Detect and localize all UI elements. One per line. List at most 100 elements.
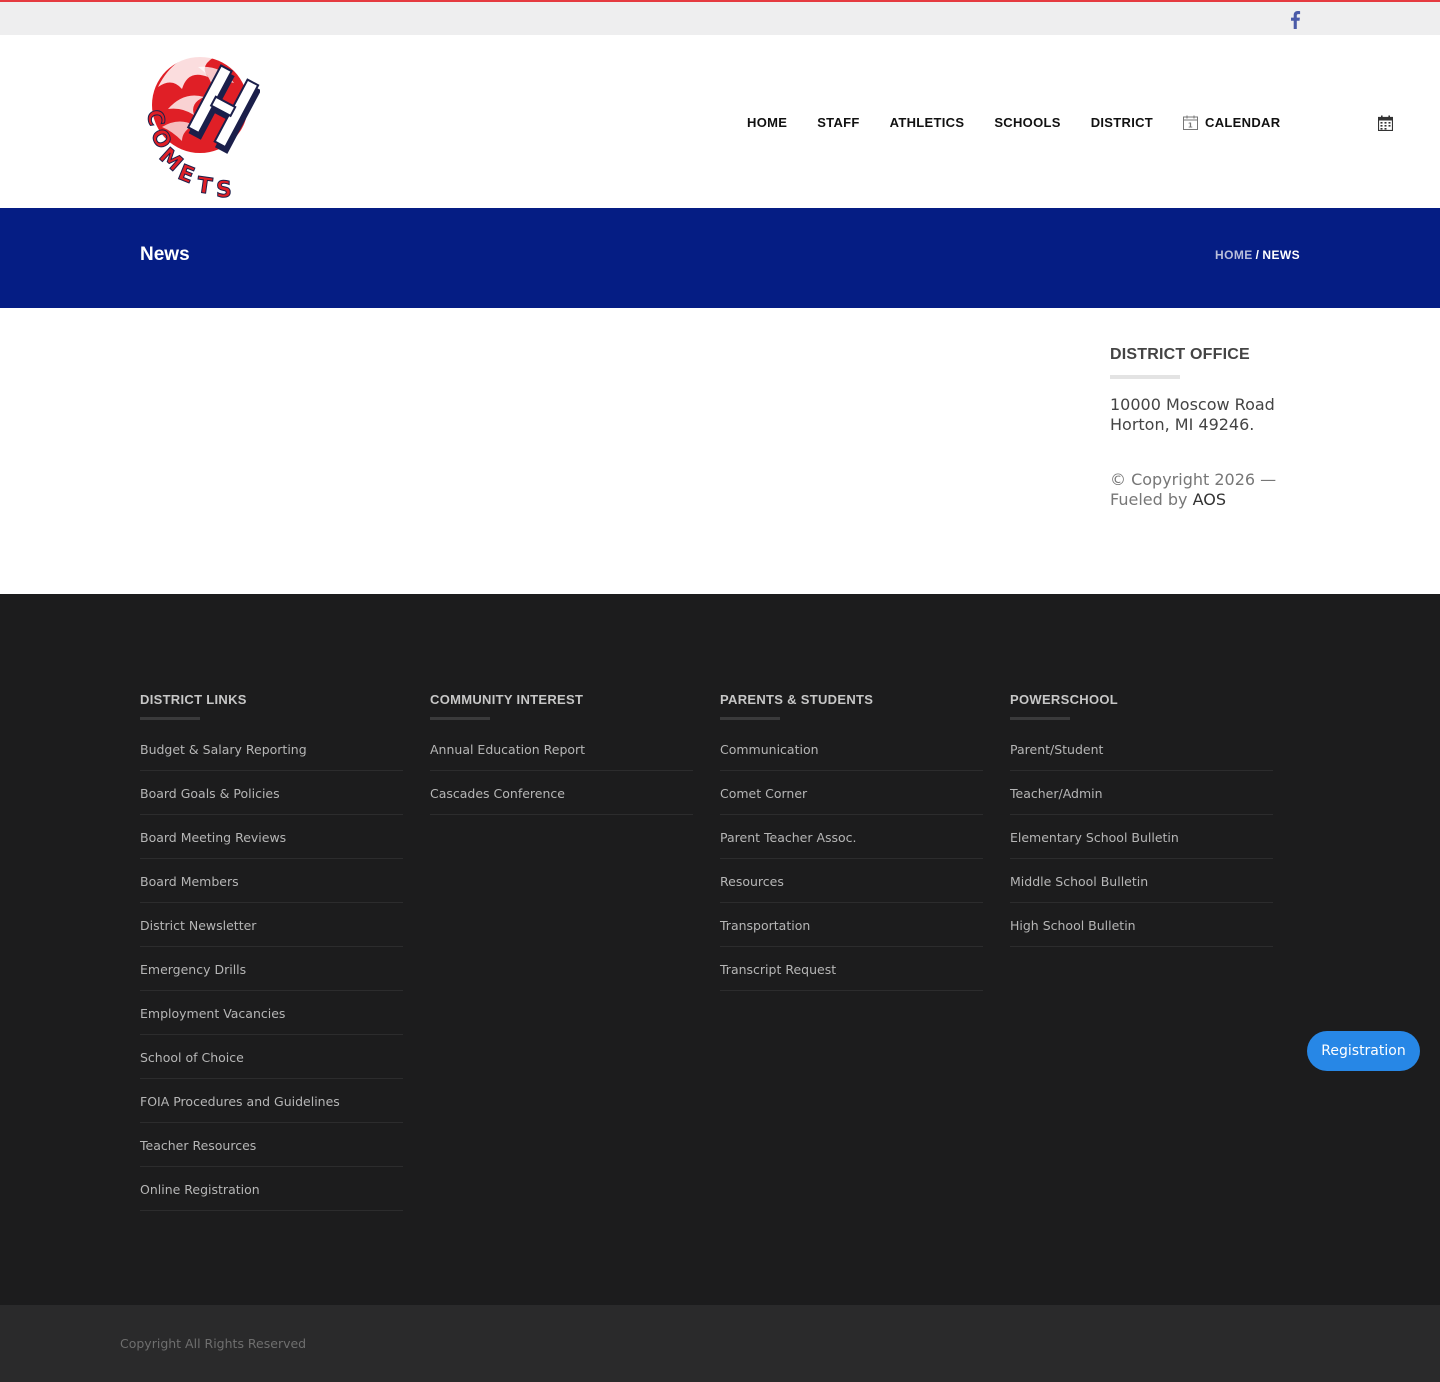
footer-link[interactable]: Resources [720, 874, 784, 889]
breadcrumb-separator: / [1255, 248, 1260, 262]
breadcrumb-current: NEWS [1262, 248, 1300, 262]
sidebar-copyright: © Copyright 2026 — Fueled by AOS [1110, 470, 1310, 510]
site-header: C O M E T S HOME STAFF ATHLETICS SCHOOLS… [0, 35, 1440, 208]
footer-column-divider [140, 717, 200, 720]
footer-link[interactable]: Middle School Bulletin [1010, 874, 1148, 889]
nav-staff-label: STAFF [817, 114, 860, 130]
nav-athletics-label: ATHLETICS [889, 114, 965, 130]
footer-link-list: Budget & Salary Reporting Board Goals & … [140, 727, 403, 1211]
footer-link[interactable]: Transportation [720, 918, 810, 933]
footer-column-divider [720, 717, 780, 720]
svg-text:1: 1 [1188, 121, 1193, 129]
footer-link[interactable]: Online Registration [140, 1182, 260, 1197]
nav-home[interactable]: HOME [747, 115, 787, 130]
list-item: Online Registration [140, 1167, 403, 1211]
footer-link[interactable]: Board Goals & Policies [140, 786, 280, 801]
footer-link[interactable]: Comet Corner [720, 786, 807, 801]
footer-column-divider [430, 717, 490, 720]
list-item: Comet Corner [720, 771, 983, 815]
top-utility-bar [0, 0, 1440, 35]
footer-column-district-links: DISTRICT LINKS Budget & Salary Reporting… [140, 692, 403, 1211]
list-item: Budget & Salary Reporting [140, 727, 403, 771]
footer-link[interactable]: Cascades Conference [430, 786, 565, 801]
footer-column-powerschool: POWERSCHOOL Parent/Student Teacher/Admin… [1010, 692, 1273, 947]
footer-link-list: Parent/Student Teacher/Admin Elementary … [1010, 727, 1273, 947]
facebook-icon[interactable] [1289, 11, 1301, 29]
list-item: Transcript Request [720, 947, 983, 991]
nav-athletics[interactable]: ATHLETICS [890, 115, 965, 130]
nav-home-label: HOME [747, 114, 788, 130]
list-item: Elementary School Bulletin [1010, 815, 1273, 859]
list-item: High School Bulletin [1010, 903, 1273, 947]
bottom-bar: Copyright All Rights Reserved [0, 1305, 1440, 1382]
breadcrumb: HOME / NEWS [1215, 248, 1300, 262]
nav-district[interactable]: DISTRICT [1091, 115, 1153, 130]
list-item: School of Choice [140, 1035, 403, 1079]
registration-button[interactable]: Registration [1307, 1031, 1420, 1071]
list-item: Annual Education Report [430, 727, 693, 771]
list-item: Teacher Resources [140, 1123, 403, 1167]
footer-link[interactable]: Elementary School Bulletin [1010, 830, 1179, 845]
nav-staff[interactable]: STAFF [817, 115, 859, 130]
aos-link[interactable]: AOS [1193, 490, 1226, 509]
footer-link[interactable]: Teacher Resources [140, 1138, 256, 1153]
footer-link-list: Communication Comet Corner Parent Teache… [720, 727, 983, 991]
footer-link-list: Annual Education Report Cascades Confere… [430, 727, 693, 815]
footer-link[interactable]: High School Bulletin [1010, 918, 1136, 933]
copyright-prefix: Fueled by [1110, 490, 1193, 509]
nav-schools-label: SCHOOLS [994, 114, 1061, 130]
list-item: Board Members [140, 859, 403, 903]
calendar-icon: 1 [1183, 115, 1199, 130]
footer-link[interactable]: District Newsletter [140, 918, 256, 933]
footer-column-divider [1010, 717, 1070, 720]
list-item: Board Goals & Policies [140, 771, 403, 815]
site-footer: DISTRICT LINKS Budget & Salary Reporting… [0, 594, 1440, 1305]
list-item: Communication [720, 727, 983, 771]
footer-link[interactable]: Transcript Request [720, 962, 836, 977]
widget-title: DISTRICT OFFICE [1110, 346, 1250, 363]
nav-district-label: DISTRICT [1090, 114, 1154, 130]
footer-link[interactable]: FOIA Procedures and Guidelines [140, 1094, 340, 1109]
footer-link[interactable]: Employment Vacancies [140, 1006, 285, 1021]
svg-text:S: S [216, 178, 232, 199]
footer-link[interactable]: Board Members [140, 874, 239, 889]
footer-column-title: POWERSCHOOL [1010, 692, 1119, 707]
district-address: 10000 Moscow Road Horton, MI 49246. [1110, 395, 1310, 435]
footer-link[interactable]: Emergency Drills [140, 962, 246, 977]
list-item: Parent Teacher Assoc. [720, 815, 983, 859]
copyright-line-1: © Copyright 2026 — [1110, 470, 1277, 489]
list-item: FOIA Procedures and Guidelines [140, 1079, 403, 1123]
footer-link[interactable]: Communication [720, 742, 819, 757]
footer-link[interactable]: School of Choice [140, 1050, 244, 1065]
footer-link[interactable]: Board Meeting Reviews [140, 830, 286, 845]
breadcrumb-home-link[interactable]: HOME [1215, 248, 1253, 262]
footer-link[interactable]: Budget & Salary Reporting [140, 742, 307, 757]
address-line-1: 10000 Moscow Road [1110, 395, 1275, 414]
nav-calendar-label: CALENDAR [1205, 114, 1281, 130]
list-item: Transportation [720, 903, 983, 947]
calendar-icon[interactable] [1378, 115, 1393, 131]
nav-schools[interactable]: SCHOOLS [994, 115, 1060, 130]
list-item: Resources [720, 859, 983, 903]
footer-link[interactable]: Parent Teacher Assoc. [720, 830, 857, 845]
footer-link[interactable]: Teacher/Admin [1010, 786, 1103, 801]
list-item: Employment Vacancies [140, 991, 403, 1035]
svg-text:T: T [195, 173, 213, 199]
footer-link[interactable]: Annual Education Report [430, 742, 585, 757]
comets-logo[interactable]: C O M E T S [138, 47, 260, 199]
footer-link[interactable]: Parent/Student [1010, 742, 1103, 757]
address-line-2: Horton, MI 49246. [1110, 415, 1255, 434]
list-item: Board Meeting Reviews [140, 815, 403, 859]
footer-column-title: PARENTS & STUDENTS [720, 692, 874, 707]
nav-calendar[interactable]: 1 CALENDAR [1183, 115, 1280, 130]
footer-copyright: Copyright All Rights Reserved [120, 1336, 307, 1351]
footer-column-parents-students: PARENTS & STUDENTS Communication Comet C… [720, 692, 983, 991]
list-item: Parent/Student [1010, 727, 1273, 771]
main-content: DISTRICT OFFICE 10000 Moscow Road Horton… [0, 308, 1440, 594]
list-item: Cascades Conference [430, 771, 693, 815]
main-nav: HOME STAFF ATHLETICS SCHOOLS DISTRICT 1 … [747, 113, 1280, 131]
list-item: District Newsletter [140, 903, 403, 947]
footer-column-title: COMMUNITY INTEREST [430, 692, 584, 707]
page-title: News [140, 244, 190, 265]
footer-column-title: DISTRICT LINKS [140, 692, 247, 707]
